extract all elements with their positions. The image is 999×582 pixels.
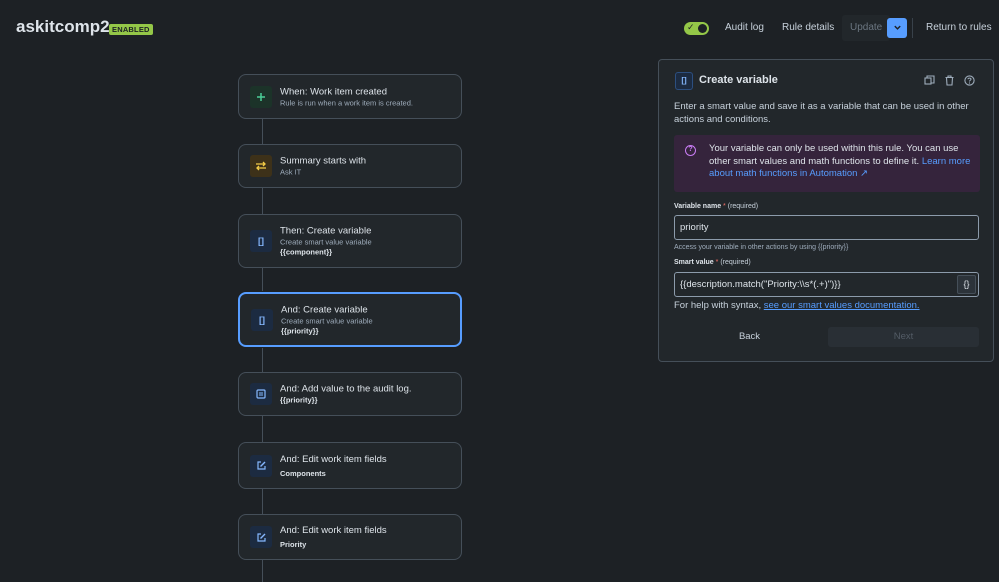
step-title: Then: Create variable	[280, 225, 372, 237]
step-detail: {{component}}	[280, 247, 333, 257]
duplicate-icon[interactable]	[921, 72, 937, 88]
action-step-card[interactable]: [] Then: Create variable Create smart va…	[238, 214, 462, 268]
required-text: (required)	[727, 203, 759, 210]
trigger-step-card[interactable]: When: Work item created Rule is run when…	[238, 74, 462, 119]
step-detail: {{priority}}	[280, 395, 318, 405]
swap-arrows-icon	[250, 155, 272, 177]
audit-log-button[interactable]: Audit log	[717, 15, 772, 41]
step-subtitle: Create smart value variable	[280, 237, 372, 247]
braces-icon: []	[675, 72, 693, 90]
update-dropdown-button[interactable]	[887, 18, 907, 38]
info-text: Your variable can only be used within th…	[709, 143, 973, 181]
flow-connector	[262, 268, 263, 292]
step-title: And: Edit work item fields	[280, 525, 387, 536]
step-title: And: Add value to the audit log.	[280, 383, 412, 395]
condition-step-card[interactable]: Summary starts with Ask IT	[238, 144, 462, 188]
chevron-down-icon	[893, 25, 901, 30]
syntax-help: For help with syntax, see our smart valu…	[674, 300, 920, 311]
status-badge: ENABLED	[109, 24, 153, 35]
check-icon: ✓	[687, 22, 695, 32]
discovery-icon: ?	[685, 145, 696, 156]
rule-details-button[interactable]: Rule details	[774, 15, 842, 41]
panel-description: Enter a smart value and save it as a var…	[674, 101, 969, 125]
required-text: (required)	[720, 259, 751, 266]
variable-name-label: Variable name * (required)	[674, 203, 758, 210]
smart-value-label: Smart value * (required)	[674, 259, 751, 266]
update-button[interactable]: Update	[842, 15, 891, 41]
smart-value-label-text: Smart value	[674, 259, 714, 266]
next-button[interactable]: Next	[828, 327, 979, 347]
edit-icon	[250, 454, 272, 477]
top-bar: askitcomp2 ENABLED ✓ Audit log Rule deta…	[0, 0, 999, 58]
syntax-help-text: For help with syntax,	[674, 300, 762, 311]
flow-connector	[262, 347, 263, 372]
variable-name-input[interactable]: priority	[674, 215, 979, 240]
step-subtitle: Create smart value variable	[281, 316, 373, 325]
create-variable-panel: [] Create variable Enter a smart value a…	[658, 59, 994, 362]
required-marker: *	[715, 259, 719, 266]
step-title: When: Work item created	[280, 86, 388, 97]
step-title: And: Create variable	[281, 304, 368, 315]
smart-value-input[interactable]: {{description.match("Priority:\\s*(.+)")…	[674, 272, 979, 297]
rule-name: askitcomp2	[16, 17, 110, 36]
divider	[912, 18, 913, 38]
plus-icon	[250, 85, 272, 108]
edit-icon	[250, 526, 272, 548]
braces-icon: []	[250, 230, 272, 252]
trash-icon[interactable]	[941, 72, 957, 88]
smart-values-docs-link[interactable]: see our smart values documentation.	[764, 300, 920, 311]
help-icon[interactable]	[961, 72, 977, 88]
return-to-rules-button[interactable]: Return to rules	[918, 15, 999, 41]
flow-connector	[262, 489, 263, 514]
flow-connector	[262, 560, 263, 582]
variable-name-label-text: Variable name	[674, 203, 722, 210]
action-step-card[interactable]: And: Edit work item fields Components	[238, 442, 462, 489]
info-message: ? Your variable can only be used within …	[674, 135, 980, 192]
action-step-card-selected[interactable]: [] And: Create variable Create smart val…	[238, 292, 462, 347]
step-title: Summary starts with	[280, 155, 367, 167]
smart-value-text: {{description.match("Priority:\\s*(.+)")…	[680, 279, 841, 290]
flow-connector	[262, 188, 263, 214]
back-button[interactable]: Back	[674, 327, 825, 347]
variable-name-helper: Access your variable in other actions by…	[674, 244, 849, 251]
toggle-knob	[698, 24, 707, 33]
flow-connector	[262, 416, 263, 442]
rule-enabled-toggle[interactable]: ✓	[684, 22, 709, 35]
step-detail: Components	[280, 468, 326, 478]
action-step-card[interactable]: And: Add value to the audit log. {{prior…	[238, 372, 462, 416]
step-subtitle: Rule is run when a work item is created.	[280, 98, 413, 107]
braces-icon: []	[251, 308, 273, 331]
flow-connector	[262, 119, 263, 144]
step-title: And: Edit work item fields	[280, 453, 387, 465]
panel-title: Create variable	[699, 74, 778, 86]
step-detail: {{priority}}	[281, 326, 319, 335]
step-subtitle: Ask IT	[280, 167, 302, 177]
step-detail: Priority	[280, 540, 307, 549]
required-marker: *	[723, 203, 726, 210]
log-icon	[250, 383, 272, 405]
action-step-card[interactable]: And: Edit work item fields Priority	[238, 514, 462, 560]
smart-value-picker-button[interactable]: {}	[957, 275, 976, 294]
